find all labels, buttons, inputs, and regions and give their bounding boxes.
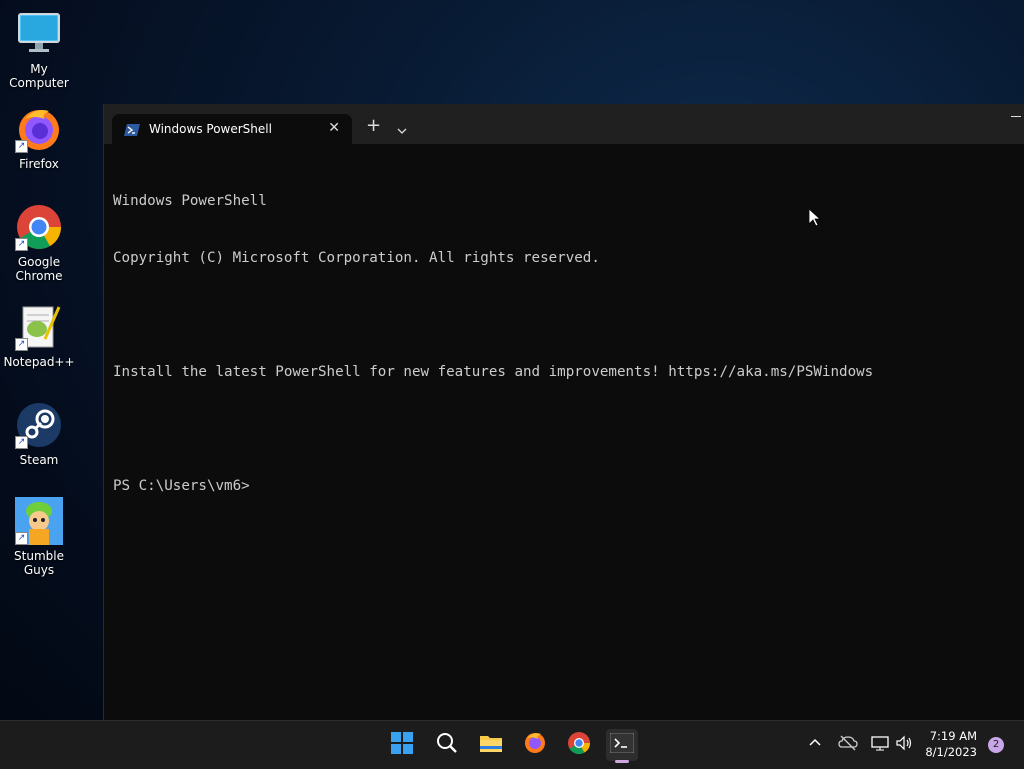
shortcut-arrow-icon: ↗ xyxy=(15,238,28,251)
start-icon xyxy=(391,732,413,758)
desktop-icon-my-computer[interactable]: My Computer xyxy=(0,10,78,90)
terminal-icon xyxy=(609,732,635,757)
chevron-up-icon[interactable] xyxy=(808,735,822,754)
steam-icon: ↗ xyxy=(15,401,63,449)
console-output[interactable]: Windows PowerShell Copyright (C) Microso… xyxy=(113,154,1024,720)
console-line: Install the latest PowerShell for new fe… xyxy=(113,364,874,380)
desktop-icon-notepadpp[interactable]: ↗ Notepad++ xyxy=(0,303,78,369)
active-app-indicator xyxy=(615,760,629,763)
file-explorer-icon xyxy=(479,732,503,758)
desktop-icon-label: Firefox xyxy=(19,157,59,171)
taskbar-terminal-button[interactable] xyxy=(606,729,638,763)
clock-date: 8/1/2023 xyxy=(925,745,977,759)
firefox-icon xyxy=(523,731,547,759)
shortcut-arrow-icon: ↗ xyxy=(15,338,28,351)
tab-title: Windows PowerShell xyxy=(149,122,272,136)
desktop-icon-google-chrome[interactable]: ↗ Google Chrome xyxy=(0,203,78,283)
desktop-icon-label: Stumble Guys xyxy=(14,549,64,577)
stumble-guys-icon: ↗ xyxy=(15,497,63,545)
notepadpp-icon: ↗ xyxy=(15,303,63,351)
powershell-icon xyxy=(124,122,140,136)
desktop-icon-stumble-guys[interactable]: ↗ Stumble Guys xyxy=(0,497,78,577)
taskbar-firefox-button[interactable] xyxy=(519,729,551,761)
file-explorer-button[interactable] xyxy=(475,729,507,761)
monitor-icon xyxy=(15,10,63,58)
network-icon[interactable] xyxy=(871,735,889,755)
taskbar-chrome-button[interactable] xyxy=(563,729,595,761)
minimize-button[interactable] xyxy=(1011,116,1021,117)
console-line: Copyright (C) Microsoft Corporation. All… xyxy=(113,250,600,266)
firefox-icon: ↗ xyxy=(15,105,63,153)
console-prompt: PS C:\Users\vm6> xyxy=(113,478,250,494)
onedrive-offline-icon[interactable] xyxy=(838,735,858,755)
desktop-icon-label: Google Chrome xyxy=(15,255,63,283)
desktop-icon-label: My Computer xyxy=(9,62,69,90)
title-bar[interactable]: Windows PowerShell ✕ + xyxy=(104,104,1024,144)
console-line: Windows PowerShell xyxy=(113,193,267,209)
chevron-down-icon[interactable] xyxy=(397,120,407,139)
start-button[interactable] xyxy=(386,729,418,761)
taskbar: 7:19 AM 8/1/2023 2 xyxy=(0,720,1024,769)
close-tab-icon[interactable]: ✕ xyxy=(328,120,340,136)
new-tab-button[interactable]: + xyxy=(366,117,381,135)
desktop-icon-firefox[interactable]: ↗ Firefox xyxy=(0,105,78,171)
search-button[interactable] xyxy=(431,729,463,761)
shortcut-arrow-icon: ↗ xyxy=(15,532,28,545)
clock[interactable]: 7:19 AM 8/1/2023 xyxy=(925,728,977,760)
tab-windows-powershell[interactable]: Windows PowerShell ✕ xyxy=(112,114,352,144)
volume-icon[interactable] xyxy=(895,735,913,755)
clock-time: 7:19 AM xyxy=(929,729,977,743)
shortcut-arrow-icon: ↗ xyxy=(15,436,28,449)
desktop-icon-label: Notepad++ xyxy=(3,355,75,369)
chrome-icon xyxy=(567,731,591,759)
desktop-icon-label: Steam xyxy=(19,453,59,467)
desktop-icon-steam[interactable]: ↗ Steam xyxy=(0,401,78,467)
mouse-cursor-icon xyxy=(808,208,822,231)
search-icon xyxy=(436,732,458,758)
chrome-icon: ↗ xyxy=(15,203,63,251)
notification-badge[interactable]: 2 xyxy=(988,737,1004,753)
terminal-window: Windows PowerShell ✕ + Windows PowerShel… xyxy=(103,104,1024,720)
shortcut-arrow-icon: ↗ xyxy=(15,140,28,153)
